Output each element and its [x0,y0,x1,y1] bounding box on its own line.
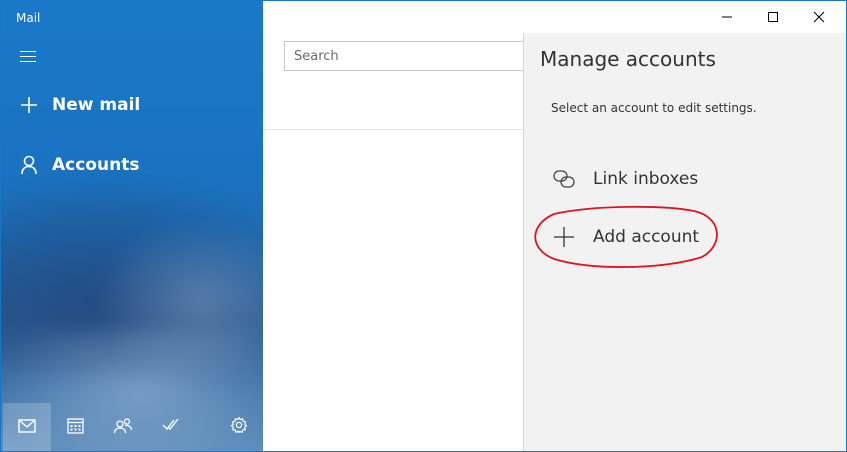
calendar-icon [66,417,84,438]
new-mail-button[interactable]: New mail [19,95,140,115]
plus-icon [551,224,577,250]
panel-subtitle: Select an account to edit settings. [551,101,757,115]
plus-icon [19,95,39,115]
search-input[interactable] [284,41,544,71]
message-list-pane [263,1,544,451]
people-icon [113,417,133,438]
link-icon [551,166,577,192]
minimize-icon [721,8,733,27]
panel-title: Manage accounts [540,47,716,71]
mail-window: Mail New mail Accounts Search Manage acc… [0,0,847,452]
add-account-button[interactable]: Add account [551,224,699,250]
navigation-pane: Mail New mail Accounts [1,1,263,451]
maximize-button[interactable] [750,1,796,33]
link-inboxes-button[interactable]: Link inboxes [551,166,698,192]
todo-switch-button[interactable] [147,403,195,451]
app-title: Mail [16,11,41,25]
settings-button[interactable] [215,403,263,451]
calendar-switch-button[interactable] [51,403,99,451]
people-switch-button[interactable] [99,403,147,451]
person-icon [19,155,39,175]
new-mail-label: New mail [52,95,141,115]
close-button[interactable] [796,1,842,33]
todo-icon [162,417,180,437]
minimize-button[interactable] [704,1,750,33]
app-switcher-bar [1,403,263,451]
hamburger-menu-icon[interactable] [20,51,36,63]
link-inboxes-label: Link inboxes [593,169,699,189]
settings-icon [230,416,248,438]
accounts-button[interactable]: Accounts [19,155,139,175]
accounts-label: Accounts [52,155,140,175]
add-account-label: Add account [593,227,700,247]
list-divider [263,129,524,130]
mail-icon [18,418,36,437]
mail-switch-button[interactable] [3,403,51,451]
maximize-icon [767,8,779,27]
manage-accounts-panel: Manage accounts Select an account to edi… [523,33,846,451]
close-icon [813,8,825,27]
